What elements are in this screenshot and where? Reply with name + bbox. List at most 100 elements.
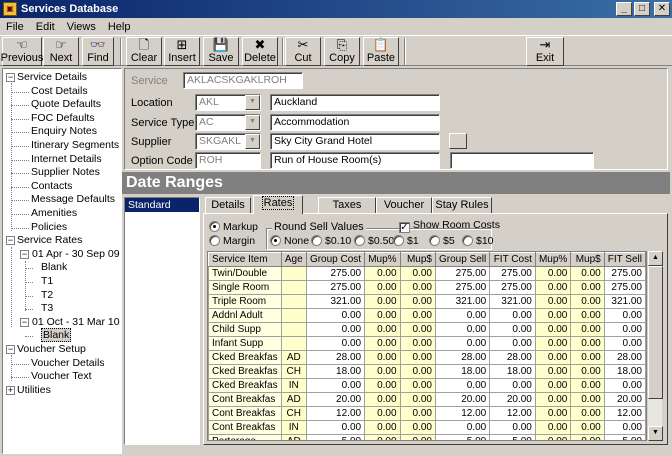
- grid-cell[interactable]: 0.00: [570, 266, 605, 281]
- grid-cell[interactable]: 0.00: [434, 322, 491, 337]
- grid-cell[interactable]: 0.00: [534, 322, 572, 337]
- grid-cell[interactable]: 275.00: [434, 266, 491, 281]
- grid-cell[interactable]: 0.00: [603, 336, 646, 351]
- grid-cell[interactable]: 0.00: [434, 378, 491, 393]
- grid-cell[interactable]: 0.00: [399, 308, 436, 323]
- tab-voucher[interactable]: Voucher: [376, 197, 432, 213]
- table-row[interactable]: Cont Breakfas CH 12.00 0.00 0.00 12.00 12.00 0.…: [208, 406, 646, 421]
- round-option-radio[interactable]: None: [270, 235, 309, 247]
- grid-cell[interactable]: 20.00: [434, 392, 491, 407]
- service-item-cell[interactable]: Twin/Double: [208, 266, 282, 281]
- grid-cell[interactable]: 12.00: [603, 406, 646, 421]
- grid-cell[interactable]: 18.00: [489, 364, 536, 379]
- location-dropdown-icon[interactable]: ▼: [245, 95, 260, 110]
- grid-cell[interactable]: 0.00: [534, 336, 572, 351]
- grid-cell[interactable]: 0.00: [364, 434, 401, 440]
- grid-cell[interactable]: 0.00: [570, 350, 605, 365]
- grid-cell[interactable]: 275.00: [305, 280, 366, 295]
- grid-cell[interactable]: 0.00: [305, 420, 366, 435]
- scroll-thumb[interactable]: [648, 266, 663, 399]
- grid-cell[interactable]: 0.00: [305, 378, 366, 393]
- delete-button[interactable]: ✖ Delete: [242, 37, 278, 66]
- expand-icon[interactable]: +: [6, 385, 15, 395]
- grid-cell[interactable]: 0.00: [364, 280, 401, 295]
- service-item-cell[interactable]: Porterage: [208, 434, 282, 440]
- grid-cell[interactable]: 321.00: [305, 294, 366, 309]
- grid-cell[interactable]: 0.00: [570, 406, 605, 421]
- grid-cell[interactable]: [280, 266, 307, 281]
- grid-cell[interactable]: 0.00: [399, 434, 436, 440]
- supplier-dropdown-icon[interactable]: ▼: [245, 134, 260, 149]
- grid-cell[interactable]: IN: [280, 378, 307, 393]
- service-item-cell[interactable]: Cont Breakfas: [208, 392, 282, 407]
- grid-cell[interactable]: 321.00: [603, 294, 646, 309]
- grid-cell[interactable]: 0.00: [534, 378, 572, 393]
- service-item-cell[interactable]: Cked Breakfas: [208, 350, 282, 365]
- grid-cell[interactable]: 275.00: [603, 266, 646, 281]
- grid-cell[interactable]: 0.00: [364, 322, 401, 337]
- grid-cell[interactable]: 0.00: [570, 294, 605, 309]
- grid-cell[interactable]: [280, 336, 307, 351]
- grid-cell[interactable]: IN: [280, 420, 307, 435]
- grid-cell[interactable]: [280, 322, 307, 337]
- round-option-radio[interactable]: $0.10: [311, 235, 351, 247]
- tree-item[interactable]: Supplier Notes: [31, 166, 100, 179]
- grid-cell[interactable]: CH: [280, 364, 307, 379]
- grid-cell[interactable]: [280, 280, 307, 295]
- grid-cell[interactable]: AD: [280, 392, 307, 407]
- close-button[interactable]: ✕: [654, 2, 670, 16]
- menu-file[interactable]: File: [0, 21, 30, 33]
- grid-cell[interactable]: 0.00: [534, 350, 572, 365]
- collapse-icon[interactable]: −: [6, 236, 15, 246]
- grid-cell[interactable]: 0.00: [570, 308, 605, 323]
- grid-cell[interactable]: 0.00: [534, 266, 572, 281]
- grid-cell[interactable]: [280, 308, 307, 323]
- table-row[interactable]: Single Room 275.00 0.00 0.00 275.00 275.00 0.0…: [208, 280, 646, 295]
- grid-cell[interactable]: 0.00: [570, 322, 605, 337]
- grid-cell[interactable]: 0.00: [489, 322, 536, 337]
- table-row[interactable]: PorterageAD5.000.000.005.005.000.000.005…: [208, 434, 646, 440]
- service-field[interactable]: AKLACSKGAKLROH: [183, 72, 303, 89]
- table-row[interactable]: Twin/Double 275.00 0.00 0.00 275.00 275.00 0.0…: [208, 266, 646, 281]
- grid-cell[interactable]: 0.00: [364, 420, 401, 435]
- grid-cell[interactable]: AD: [280, 434, 307, 440]
- table-row[interactable]: Cked Breakfas AD 28.00 0.00 0.00 28.00 28.00 0.…: [208, 350, 646, 365]
- grid-cell[interactable]: 0.00: [489, 308, 536, 323]
- grid-cell[interactable]: 0.00: [399, 322, 436, 337]
- tree-item[interactable]: T2: [41, 289, 53, 302]
- round-option-radio[interactable]: $5: [429, 235, 455, 247]
- insert-button[interactable]: ⊞ Insert: [164, 37, 200, 66]
- tab-taxes[interactable]: Taxes: [318, 197, 376, 213]
- grid-cell[interactable]: 275.00: [489, 266, 536, 281]
- column-header[interactable]: Group Cost: [305, 252, 366, 267]
- option-extra-field[interactable]: [450, 152, 594, 169]
- tab-rates[interactable]: Rates: [253, 195, 303, 214]
- tree-item[interactable]: Itinerary Segments: [31, 139, 119, 152]
- paste-button[interactable]: 📋 Paste: [363, 37, 399, 66]
- grid-cell[interactable]: 0.00: [364, 266, 401, 281]
- find-button[interactable]: 👓 Find: [82, 37, 114, 66]
- collapse-icon[interactable]: −: [20, 249, 29, 259]
- grid-cell[interactable]: 0.00: [534, 406, 572, 421]
- round-option-radio[interactable]: $0.50: [354, 235, 394, 247]
- grid-cell[interactable]: 321.00: [489, 294, 536, 309]
- collapse-icon[interactable]: −: [6, 345, 15, 354]
- grid-cell[interactable]: 0.00: [399, 378, 436, 393]
- grid-cell[interactable]: 0.00: [570, 378, 605, 393]
- column-header[interactable]: FIT Cost: [489, 252, 536, 267]
- grid-cell[interactable]: 0.00: [570, 434, 605, 440]
- column-header[interactable]: Mup%: [534, 252, 572, 267]
- grid-cell[interactable]: 0.00: [570, 280, 605, 295]
- grid-cell[interactable]: 0.00: [434, 308, 491, 323]
- grid-vertical-scrollbar[interactable]: ▲ ▼: [647, 251, 663, 441]
- tree-item[interactable]: Service Details: [17, 71, 87, 84]
- grid-cell[interactable]: 0.00: [399, 280, 436, 295]
- copy-button[interactable]: ⎘ Copy: [324, 37, 360, 66]
- tree-item[interactable]: Voucher Setup: [17, 343, 86, 356]
- grid-cell[interactable]: 0.00: [489, 420, 536, 435]
- grid-cell[interactable]: 0.00: [399, 336, 436, 351]
- grid-cell[interactable]: 0.00: [489, 336, 536, 351]
- tree-item[interactable]: T3: [41, 302, 53, 315]
- tree-item[interactable]: Service Rates: [17, 234, 82, 247]
- grid-cell[interactable]: 0.00: [399, 364, 436, 379]
